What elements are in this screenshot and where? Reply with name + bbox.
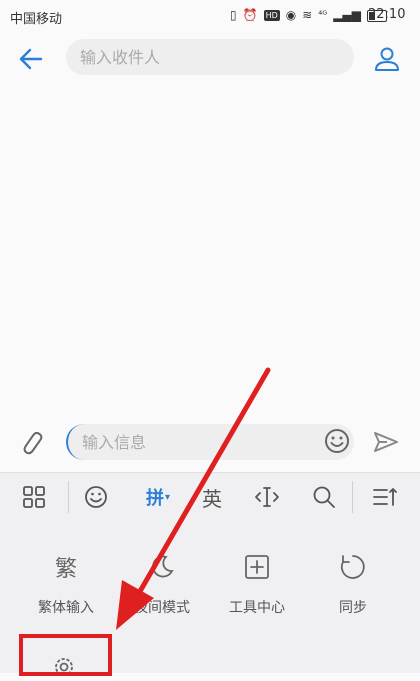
annotation-arrow xyxy=(116,367,271,630)
